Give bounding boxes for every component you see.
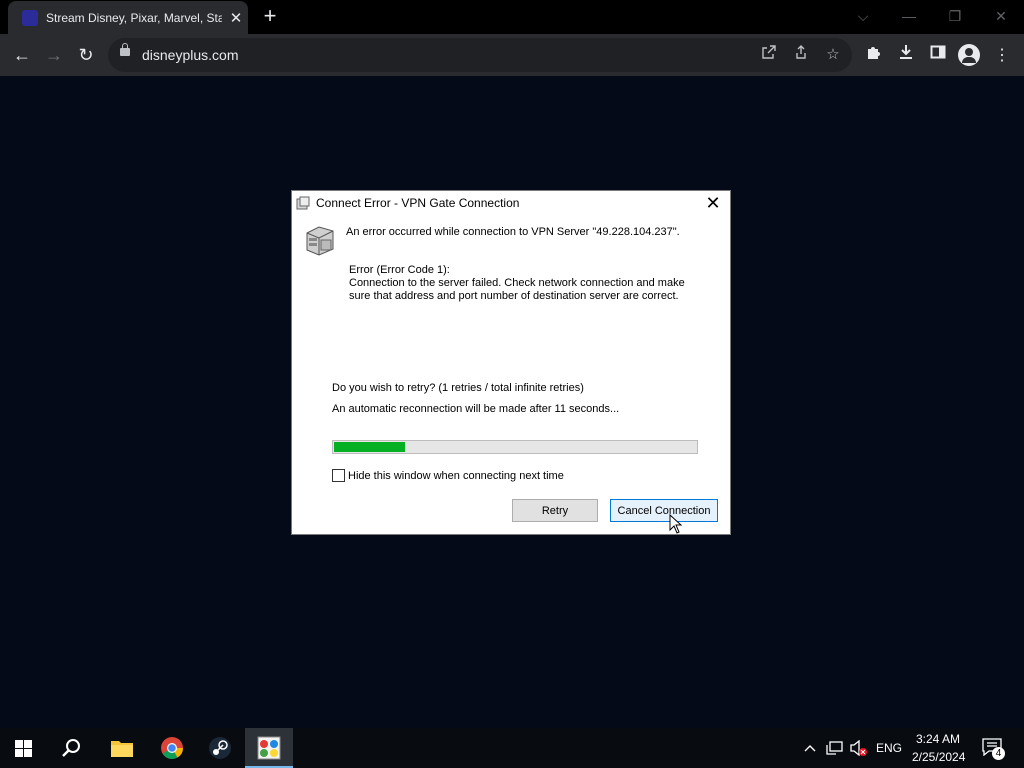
restore-button[interactable]: ❐ bbox=[932, 2, 978, 30]
browser-toolbar: ← → ↻ disneyplus.com ☆ ⋮ bbox=[0, 34, 1024, 76]
menu-kebab-icon[interactable]: ⋮ bbox=[990, 44, 1014, 68]
bookmark-star-icon[interactable]: ☆ bbox=[822, 44, 844, 66]
steam-icon bbox=[209, 737, 231, 759]
vpn-error-dialog: Connect Error - VPN Gate Connection ✕ An… bbox=[291, 190, 731, 535]
vpn-client-icon bbox=[296, 196, 310, 210]
file-explorer-icon bbox=[111, 741, 133, 757]
volume-muted-icon[interactable] bbox=[850, 739, 868, 757]
download-icon[interactable] bbox=[894, 44, 918, 68]
mouse-cursor-icon bbox=[669, 513, 683, 534]
share-icon[interactable] bbox=[790, 44, 812, 66]
address-bar[interactable]: disneyplus.com ☆ bbox=[108, 38, 852, 72]
show-hidden-icons-chevron-icon[interactable] bbox=[802, 740, 818, 756]
profile-avatar-icon[interactable] bbox=[958, 44, 980, 66]
hide-window-checkbox[interactable] bbox=[332, 469, 345, 482]
retry-button[interactable]: Retry bbox=[512, 499, 598, 522]
tab-search-dropdown-icon[interactable]: ⌵ bbox=[840, 2, 886, 30]
lock-icon[interactable] bbox=[120, 43, 130, 56]
taskbar-search-button[interactable] bbox=[48, 728, 96, 768]
clock-time: 3:24 AM bbox=[916, 732, 961, 746]
auto-reconnect-text: An automatic reconnection will be made a… bbox=[332, 403, 620, 415]
dialog-close-icon[interactable]: ✕ bbox=[700, 193, 726, 213]
back-button[interactable]: ← bbox=[9, 42, 35, 68]
start-button[interactable] bbox=[0, 728, 48, 768]
notification-badge: 4 bbox=[992, 747, 1005, 760]
file-explorer-button[interactable] bbox=[98, 728, 146, 768]
chrome-icon bbox=[161, 737, 183, 759]
steam-button[interactable] bbox=[196, 728, 244, 768]
error-message: An error occurred while connection to VP… bbox=[346, 226, 680, 238]
vpn-server-icon bbox=[303, 223, 337, 257]
chrome-button[interactable] bbox=[148, 728, 196, 768]
retry-question: Do you wish to retry? (1 retries / total… bbox=[332, 382, 584, 394]
hide-window-label[interactable]: Hide this window when connecting next ti… bbox=[348, 470, 564, 482]
clock[interactable]: 3:24 AM 2/25/2024 bbox=[908, 731, 974, 767]
close-window-button[interactable]: ✕ bbox=[978, 2, 1024, 30]
windows-taskbar: ENG 3:24 AM 2/25/2024 4 bbox=[0, 728, 1024, 768]
clock-date: 2/25/2024 bbox=[912, 750, 966, 764]
reload-button[interactable]: ↻ bbox=[73, 42, 99, 68]
reconnect-progress-bar bbox=[332, 440, 698, 454]
open-in-app-icon[interactable] bbox=[758, 44, 780, 66]
browser-tab[interactable]: Stream Disney, Pixar, Marvel, Sta ✕ bbox=[8, 1, 248, 34]
dialog-titlebar[interactable]: Connect Error - VPN Gate Connection ✕ bbox=[292, 191, 730, 215]
side-panel-icon[interactable] bbox=[926, 44, 950, 68]
dialog-title: Connect Error - VPN Gate Connection bbox=[316, 196, 520, 210]
error-code: Error (Error Code 1): bbox=[349, 264, 450, 276]
forward-button[interactable]: → bbox=[41, 42, 67, 68]
vpn-gate-taskbar-button[interactable] bbox=[245, 728, 293, 768]
start-icon bbox=[15, 740, 32, 757]
error-description: Connection to the server failed. Check n… bbox=[349, 277, 685, 302]
disney-favicon-icon bbox=[22, 9, 38, 26]
progress-fill bbox=[334, 442, 405, 452]
network-icon[interactable] bbox=[826, 740, 844, 756]
language-indicator[interactable]: ENG bbox=[876, 741, 902, 755]
tab-close-icon[interactable]: ✕ bbox=[228, 9, 244, 27]
url-text[interactable]: disneyplus.com bbox=[142, 47, 239, 63]
extensions-icon[interactable] bbox=[862, 44, 886, 68]
browser-tabstrip: Stream Disney, Pixar, Marvel, Sta ✕ + ⌵ … bbox=[0, 0, 1024, 34]
search-icon bbox=[62, 739, 80, 757]
new-tab-button[interactable]: + bbox=[258, 4, 282, 28]
action-center-icon[interactable]: 4 bbox=[982, 738, 1006, 760]
tab-title: Stream Disney, Pixar, Marvel, Sta bbox=[46, 10, 222, 25]
minimize-button[interactable]: — bbox=[886, 2, 932, 30]
vpn-gate-icon bbox=[257, 736, 281, 760]
cancel-connection-button[interactable]: Cancel Connection bbox=[610, 499, 718, 522]
